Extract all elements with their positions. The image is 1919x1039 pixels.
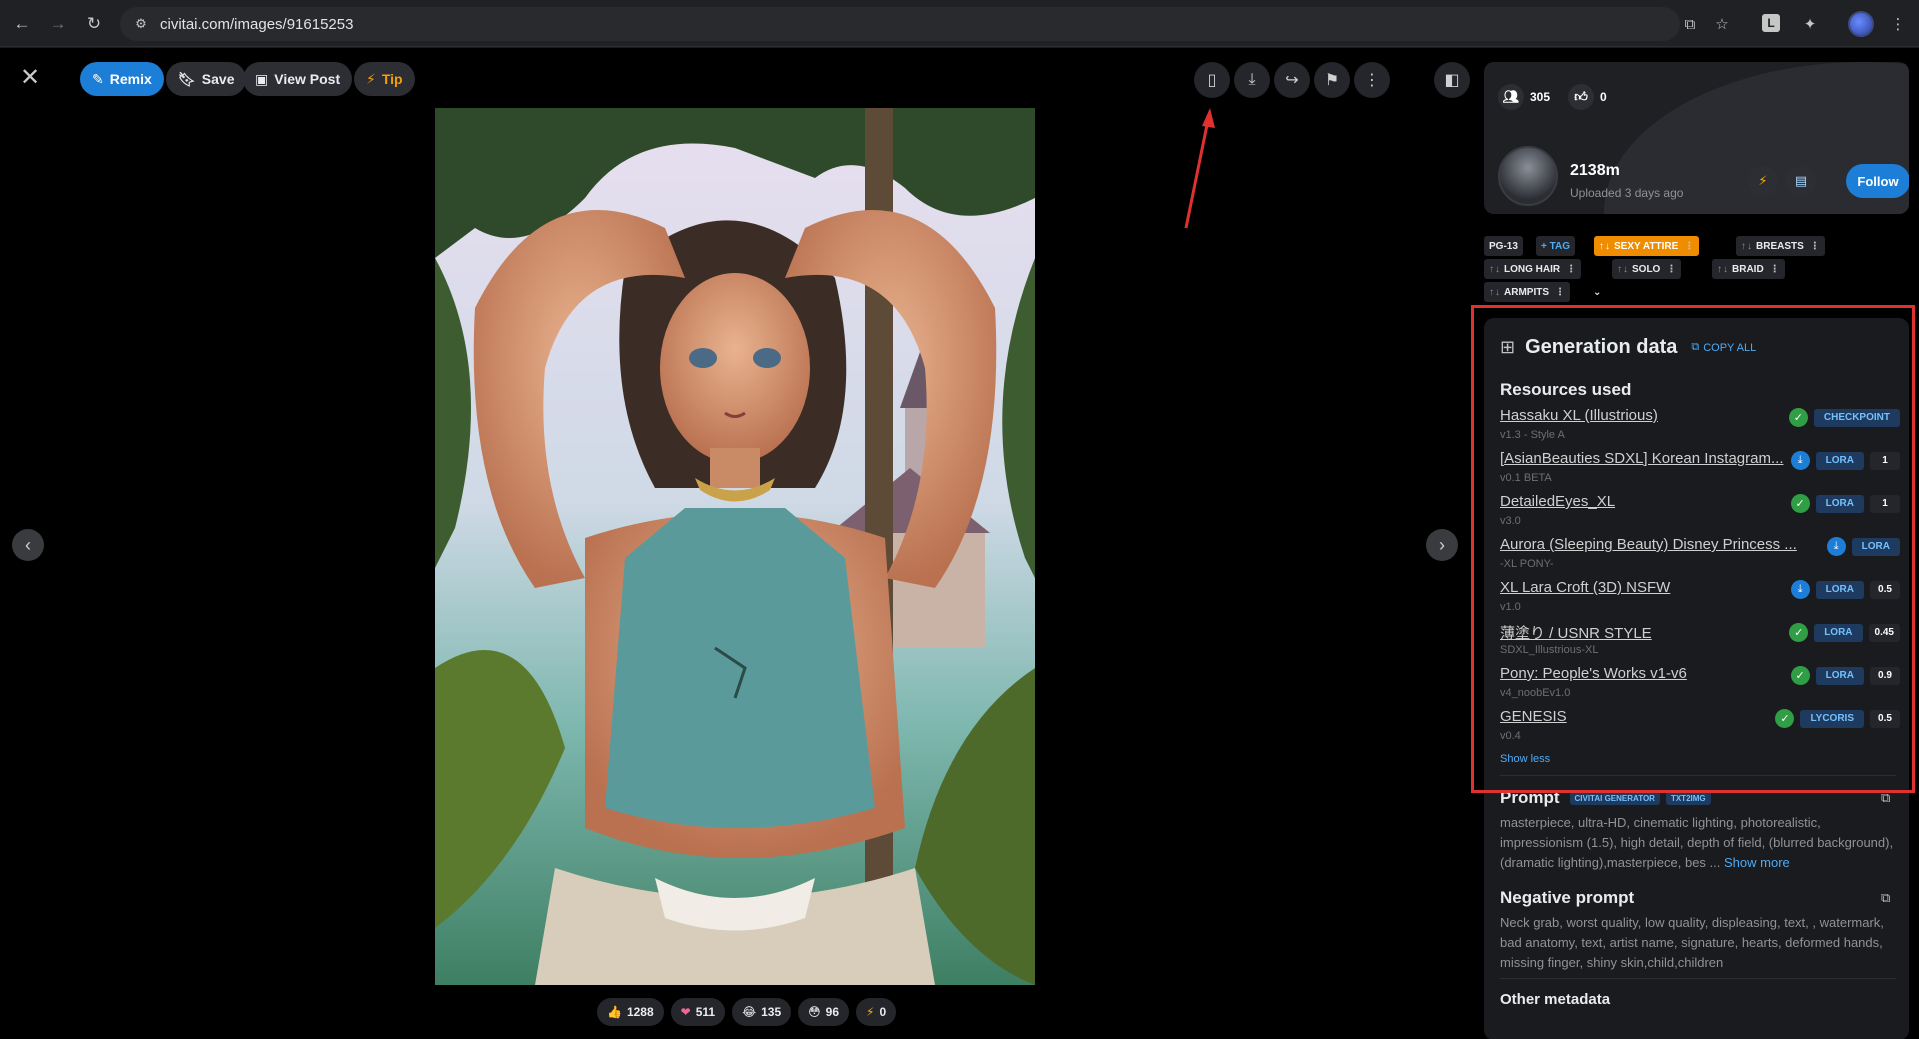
other-metadata-header: Other metadata [1500,991,1611,1008]
vote-arrows-icon[interactable]: ↑↓ [1489,264,1501,275]
remix-button[interactable]: ✎ Remix [80,62,164,96]
tag-menu-icon: ⋮ [1566,263,1577,275]
show-more-link[interactable]: Show more [1724,855,1790,870]
extension-l-icon[interactable]: L [1762,14,1780,32]
back-icon[interactable]: ← [8,10,36,38]
bookmark-star-icon[interactable]: ☆ [1710,12,1734,36]
tag-item[interactable]: ↑↓ BREASTS ⋮ [1736,236,1825,256]
reaction-laugh[interactable]: 😂 135 [732,998,792,1026]
expand-tags-chevron-icon[interactable]: ⌄ [1588,282,1606,302]
add-tag-button[interactable]: + TAG [1536,236,1575,256]
profile-avatar[interactable] [1848,11,1874,37]
negative-prompt-header: Negative prompt [1500,888,1635,907]
previous-image-arrow[interactable]: ‹ [12,529,44,561]
view-post-button[interactable]: ▣ View Post [243,62,353,96]
upload-date: Uploaded 3 days ago [1570,186,1684,200]
forward-icon[interactable]: → [44,10,72,38]
follow-button[interactable]: Follow [1846,164,1909,198]
site-info-icon[interactable]: ⚙ [132,15,150,33]
tag-item[interactable]: ↑↓ BRAID ⋮ [1712,259,1785,279]
tag-menu-icon: ⋮ [1666,263,1677,275]
reload-icon[interactable]: ↻ [80,10,108,38]
rating-badge[interactable]: PG-13 [1484,236,1523,256]
chat-icon[interactable]: ▤ [1786,166,1816,196]
tag-item[interactable]: ↑↓ ARMPITS ⋮ [1484,282,1570,302]
creator-avatar[interactable] [1498,146,1558,206]
reactions-bar: 👍 1288 ❤ 511 😂 135 😳 96 ⚡ 0 [597,998,897,1026]
followers-stat: 👥︎ 305 [1498,82,1550,112]
reaction-buzz[interactable]: ⚡ 0 [856,998,897,1026]
tag-menu-icon: ⋮ [1555,286,1565,298]
vote-arrows-icon[interactable]: ↑↓ [1717,264,1729,275]
reaction-heart[interactable]: ❤ 511 [670,998,726,1026]
vote-arrows-icon[interactable]: ↑↓ [1489,287,1501,298]
save-button[interactable]: 🔖︎ Save [166,62,247,96]
browser-menu-icon[interactable]: ⋮ [1886,12,1910,36]
share-icon[interactable]: ↪ [1274,62,1310,98]
creator-card: 👥︎ 305 👍︎ 0 2138m Uploaded 3 days ago ⚡ … [1484,62,1909,214]
tag-menu-icon: ⋮ [1809,240,1820,252]
image-icon: ▣ [255,70,269,87]
copy-negative-prompt-icon[interactable]: ⧉ [1881,890,1897,906]
tip-button[interactable]: ⚡ Tip [354,62,415,96]
tag-menu-icon: ⋮ [1769,263,1780,275]
tag-menu-icon: ⋮ [1684,240,1695,252]
next-image-arrow[interactable]: › [1426,529,1458,561]
browser-toolbar: ← → ↻ ⚙ civitai.com/images/91615253 ⧉ ☆ … [0,0,1919,47]
install-app-icon[interactable]: ⧉ [1678,12,1702,36]
tag-item[interactable]: ↑↓ SEXY ATTIRE ⋮ [1594,236,1700,256]
reaction-cry[interactable]: 😳 96 [798,998,850,1026]
creator-username[interactable]: 2138m [1570,162,1620,180]
extensions-icon[interactable]: ✦ [1798,12,1822,36]
vote-arrows-icon[interactable]: ↑↓ [1741,241,1753,252]
url-text: civitai.com/images/91615253 [160,15,354,33]
vote-arrows-icon[interactable]: ↑↓ [1617,264,1629,275]
tag-item[interactable]: ↑↓ LONG HAIR ⋮ [1484,259,1582,279]
flag-icon[interactable]: ⚑ [1314,62,1350,98]
toggle-sidebar-icon[interactable]: ◧ [1434,62,1470,98]
tag-item[interactable]: ↑↓ SOLO ⋮ [1612,259,1682,279]
bookmark-icon: 🔖︎ [178,70,196,87]
users-icon: 👥︎ [1498,84,1524,110]
thumbs-up-icon: 👍︎ [1568,84,1594,110]
close-icon[interactable]: ✕ [18,66,42,90]
likes-stat: 👍︎ 0 [1568,82,1607,112]
divider [1500,978,1896,979]
negative-prompt-text: Neck grab, worst quality, low quality, d… [1500,915,1884,970]
lightning-icon: ⚡ [366,70,376,87]
annotation-highlight-box [1471,305,1915,793]
clipboard-icon[interactable]: ▯ [1194,62,1230,98]
address-bar[interactable]: ⚙ civitai.com/images/91615253 [120,7,1680,41]
download-icon[interactable]: ⤓ [1234,62,1270,98]
image-viewer: ✕ ✎ Remix 🔖︎ Save ▣ View Post ⚡ Tip ▯ ⤓ … [0,48,1470,1039]
main-image [435,108,1035,985]
more-options-icon[interactable]: ⋮ [1354,62,1390,98]
tip-creator-icon[interactable]: ⚡ [1748,166,1778,196]
pencil-icon: ✎ [92,70,104,87]
annotation-red-arrow [1184,108,1215,229]
vote-arrows-icon[interactable]: ↑↓ [1599,241,1611,252]
prompt-text: masterpiece, ultra-HD, cinematic lightin… [1500,815,1894,870]
reaction-like[interactable]: 👍 1288 [597,998,664,1026]
